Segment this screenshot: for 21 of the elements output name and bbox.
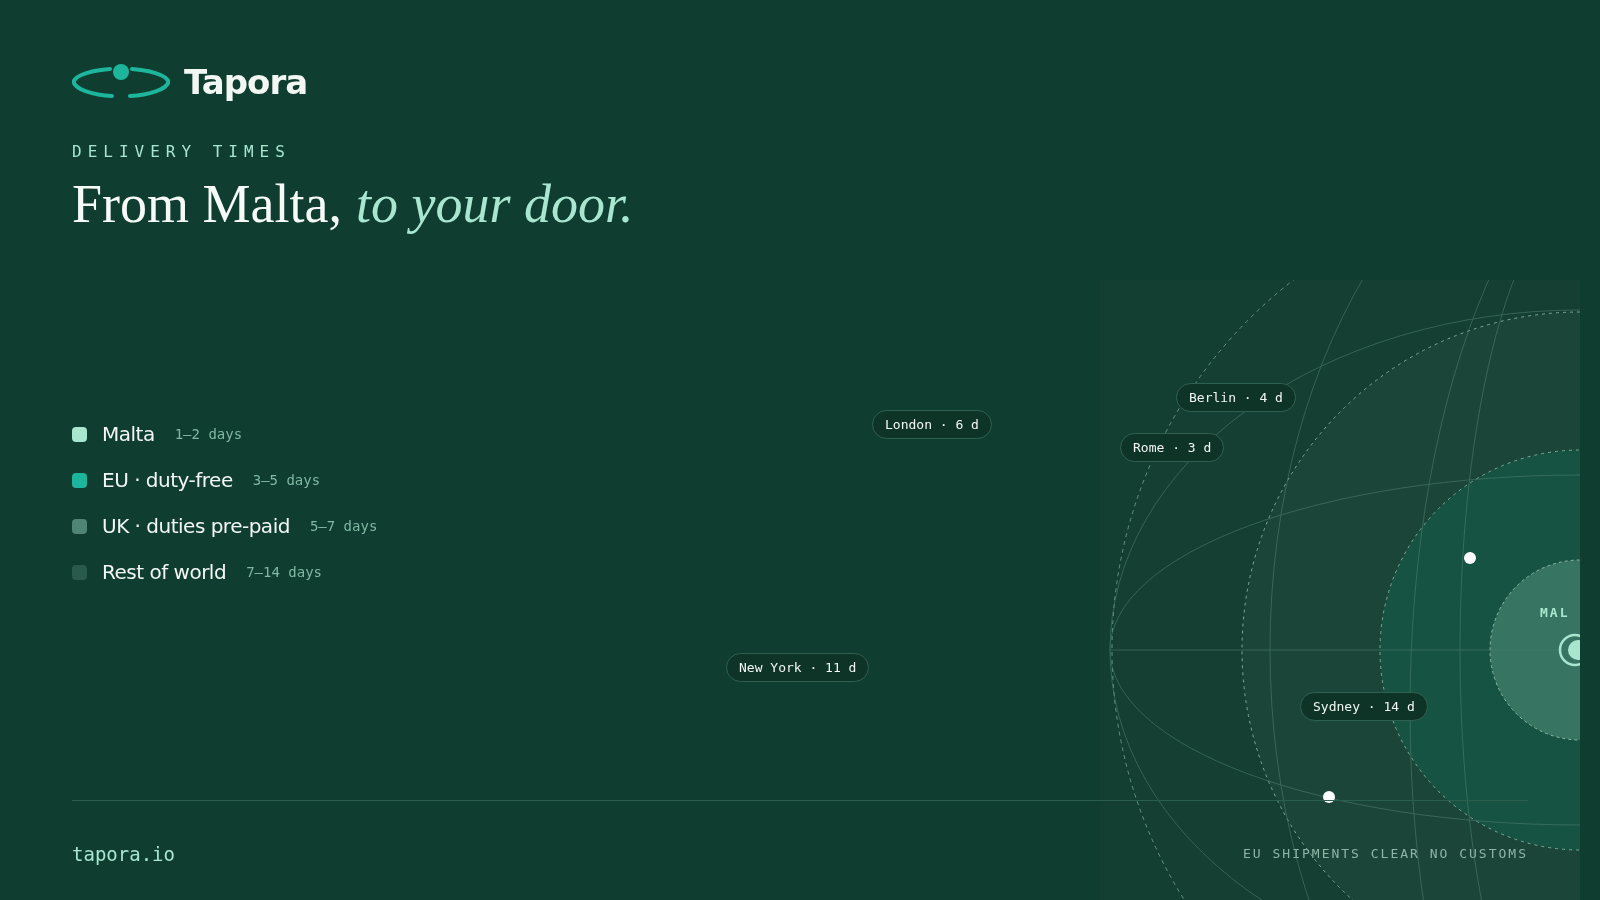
legend-label: Rest of world bbox=[102, 560, 227, 584]
delivery-range: 7–14 days bbox=[246, 564, 322, 580]
destination-chip: Rome · 3 d bbox=[1120, 433, 1225, 462]
logo-icon bbox=[72, 63, 170, 101]
destination-chip: Berlin · 4 d bbox=[1176, 383, 1296, 412]
eyebrow-text: DELIVERY TIMES bbox=[72, 142, 292, 161]
legend-label: UK · duties pre-paid bbox=[102, 514, 290, 538]
delivery-range: 1–2 days bbox=[174, 426, 243, 442]
legend-label: Malta bbox=[102, 422, 155, 446]
destination-chip: Sydney · 14 d bbox=[1300, 692, 1428, 721]
legend-label: EU · duty-free bbox=[102, 468, 233, 492]
brand-name: Tapora bbox=[184, 62, 308, 102]
headline: From Malta, bbox=[72, 173, 342, 235]
delivery-range: 5–7 days bbox=[309, 518, 378, 534]
headline-accent: to your door. bbox=[356, 173, 634, 235]
site-url: tapora.io bbox=[72, 842, 175, 865]
delivery-range: 3–5 days bbox=[252, 472, 321, 488]
map-label: MAL bbox=[1540, 605, 1570, 620]
destination-chip: New York · 11 d bbox=[726, 653, 870, 682]
destination-chip: London · 6 d bbox=[872, 410, 992, 439]
footer-note: EU SHIPMENTS CLEAR NO CUSTOMS bbox=[1243, 846, 1528, 861]
